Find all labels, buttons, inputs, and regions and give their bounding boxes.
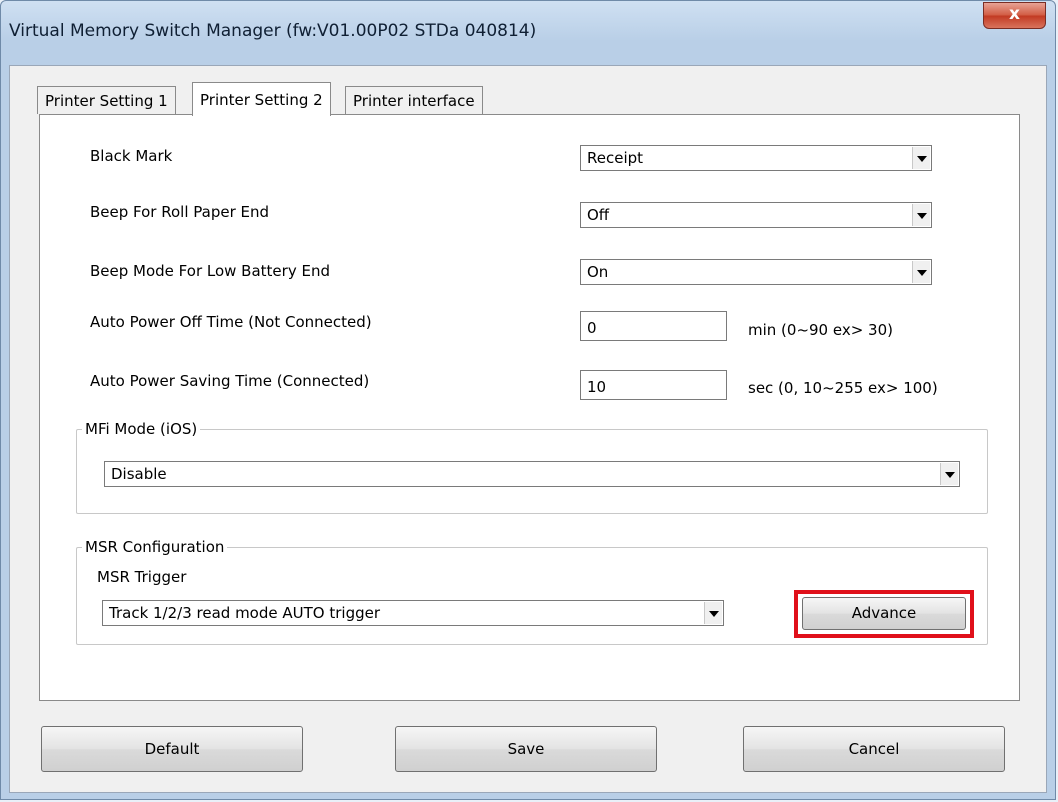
dialog-client-area: Printer Setting 1 Printer Setting 2 Prin… [9,65,1047,793]
auto-power-off-hint: min (0~90 ex> 30) [748,321,893,339]
app-window: Virtual Memory Switch Manager (fw:V01.00… [0,0,1056,800]
close-icon: x [1009,4,1020,24]
msr-trigger-value: Track 1/2/3 read mode AUTO trigger [109,604,381,622]
window-title: Virtual Memory Switch Manager (fw:V01.00… [9,21,537,41]
tab-printer-setting-2[interactable]: Printer Setting 2 [192,82,331,116]
black-mark-select[interactable]: Receipt [580,145,932,171]
beep-low-battery-label: Beep Mode For Low Battery End [90,262,330,280]
save-button[interactable]: Save [395,726,657,772]
tab-printer-interface[interactable]: Printer interface [345,86,483,114]
mfi-mode-group: MFi Mode (iOS) Disable [76,420,988,514]
tab-printer-setting-1[interactable]: Printer Setting 1 [37,86,176,114]
auto-power-off-label: Auto Power Off Time (Not Connected) [90,313,372,331]
chevron-down-icon[interactable] [912,147,930,169]
auto-power-saving-hint: sec (0, 10~255 ex> 100) [748,379,938,397]
close-button[interactable]: x [983,2,1046,29]
cancel-button[interactable]: Cancel [743,726,1005,772]
auto-power-saving-input[interactable]: 10 [580,370,727,400]
advance-button-highlight [794,590,974,638]
beep-low-battery-value: On [587,263,609,281]
beep-roll-paper-end-value: Off [587,206,610,224]
default-button[interactable]: Default [41,726,303,772]
beep-low-battery-select[interactable]: On [580,259,932,285]
chevron-down-icon[interactable] [940,463,958,485]
msr-configuration-group: MSR Configuration MSR Trigger Track 1/2/… [76,538,988,645]
msr-configuration-legend: MSR Configuration [82,538,228,556]
chevron-down-icon[interactable] [704,602,722,624]
auto-power-off-input[interactable]: 0 [580,311,727,341]
tab-panel: Black Mark Receipt Beep For Roll Paper E… [39,114,1020,701]
mfi-mode-value: Disable [111,465,167,483]
beep-roll-paper-end-label: Beep For Roll Paper End [90,203,270,221]
beep-roll-paper-end-select[interactable]: Off [580,202,932,228]
msr-trigger-label: MSR Trigger [97,568,187,586]
black-mark-label: Black Mark [90,147,173,165]
auto-power-saving-label: Auto Power Saving Time (Connected) [90,372,370,390]
mfi-mode-select[interactable]: Disable [104,461,960,487]
msr-trigger-select[interactable]: Track 1/2/3 read mode AUTO trigger [102,600,724,626]
chevron-down-icon[interactable] [912,261,930,283]
title-bar: Virtual Memory Switch Manager (fw:V01.00… [1,1,1055,65]
black-mark-value: Receipt [587,149,644,167]
chevron-down-icon[interactable] [912,204,930,226]
mfi-mode-legend: MFi Mode (iOS) [82,420,201,438]
